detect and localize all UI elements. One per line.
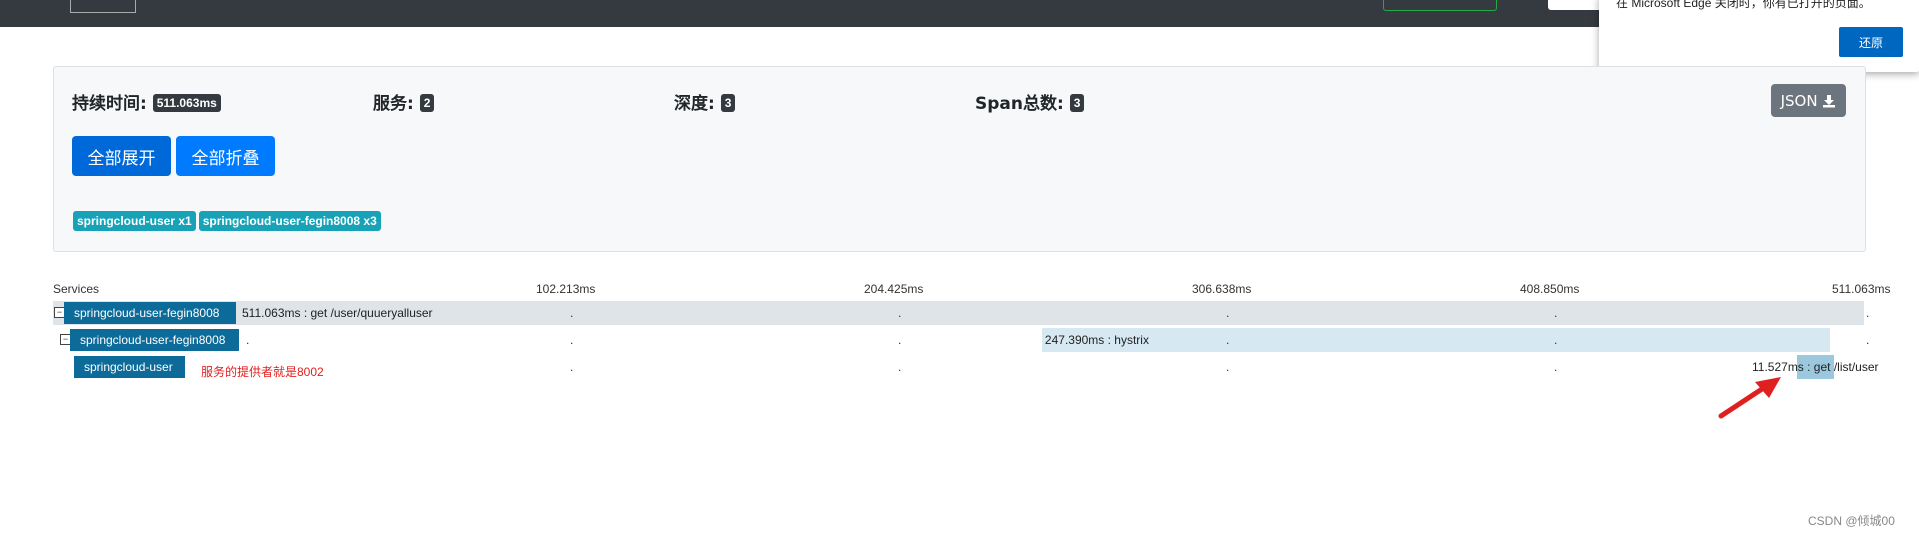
json-download-button[interactable]: JSON [1771, 84, 1846, 117]
grid-dot: . [1226, 333, 1230, 347]
span-row[interactable]: − springcloud-user-fegin8008 511.063ms :… [53, 301, 1864, 325]
span-duration-bar [1041, 328, 1830, 352]
services-badge: 2 [419, 94, 435, 112]
tick-label: 102.213ms [536, 282, 596, 296]
tick-label: 306.638ms [1192, 282, 1252, 296]
grid-dot: . [898, 333, 902, 347]
watermark: CSDN @倾城00 [1808, 514, 1895, 528]
grid-dot: . [246, 306, 250, 320]
grid-dot: . [1866, 333, 1870, 347]
json-label: JSON [1780, 91, 1818, 110]
grid-dot: . [898, 360, 902, 374]
span-row[interactable]: springcloud-user 服务的提供者就是8002 11.527ms :… [53, 355, 1893, 379]
span-label: 247.390ms : hystrix [1044, 333, 1149, 347]
service-tag[interactable]: springcloud-user x1 [73, 211, 196, 231]
depth-stat: 深度: 3 [674, 89, 736, 114]
annotation-note: 服务的提供者就是8002 [201, 365, 324, 379]
annotation-arrow [1718, 377, 1781, 419]
duration-badge: 511.063ms [152, 94, 221, 112]
span-service-name: springcloud-user [74, 356, 185, 378]
grid-dot: . [570, 333, 574, 347]
tick-label: 511.063ms [1832, 282, 1891, 296]
grid-dot: . [898, 306, 902, 320]
service-tag[interactable]: springcloud-user-fegin8008 x3 [198, 211, 381, 231]
span-label: 511.063ms : get /user/quueryalluser [242, 306, 433, 320]
popup-message: 在 Microsoft Edge 关闭时，你有已打开的页面。 [1616, 0, 1871, 10]
grid-dot: . [1554, 333, 1558, 347]
span-count-label: Span总数: [975, 94, 1064, 114]
services-header: Services [53, 282, 100, 296]
grid-dot: . [1866, 306, 1870, 320]
duration-stat: 持续时间: 511.063ms [72, 89, 221, 114]
span-service-name: springcloud-user-fegin8008 [64, 302, 236, 324]
service-tags: springcloud-user x1 springcloud-user-fegi… [73, 211, 384, 231]
tick-label: 204.425ms [864, 282, 924, 296]
grid-dot: . [570, 360, 574, 374]
trace-summary-panel: 持续时间: 511.063ms 服务: 2 深度: 3 Span总数: 3 JS… [53, 66, 1866, 252]
download-icon [1823, 94, 1836, 107]
span-count-stat: Span总数: 3 [975, 89, 1085, 114]
grid-dot: . [1226, 360, 1230, 374]
depth-badge: 3 [720, 94, 736, 112]
span-label-rest: ms : get /list/user [1787, 360, 1879, 374]
span-duration-bar [236, 301, 1864, 325]
grid-dot: . [570, 306, 574, 320]
expand-all-button[interactable]: 全部展开 [72, 136, 171, 176]
grid-dot: . [246, 333, 250, 347]
navbar-logo[interactable] [70, 0, 136, 13]
services-label: 服务: [373, 94, 414, 114]
span-service-name: springcloud-user-fegin8008 [70, 329, 239, 351]
grid-dot: . [1554, 306, 1558, 320]
span-count-badge: 3 [1069, 94, 1085, 112]
span-row[interactable]: − springcloud-user-fegin8008 247.390ms :… [53, 328, 1864, 352]
tick-label: 408.850ms [1520, 282, 1580, 296]
trace-timeline: Services 102.213ms 204.425ms 306.638ms 4… [53, 282, 1893, 382]
edge-restore-popup: 在 Microsoft Edge 关闭时，你有已打开的页面。 还原 [1599, 0, 1919, 72]
duration-label: 持续时间: [72, 94, 147, 114]
collapse-all-button[interactable]: 全部折叠 [176, 136, 275, 176]
restore-button[interactable]: 还原 [1839, 27, 1903, 57]
grid-dot: . [1226, 306, 1230, 320]
navbar-green-button[interactable] [1383, 0, 1497, 11]
grid-dot: . [1554, 360, 1558, 374]
services-stat: 服务: 2 [373, 89, 435, 114]
depth-label: 深度: [674, 94, 715, 114]
